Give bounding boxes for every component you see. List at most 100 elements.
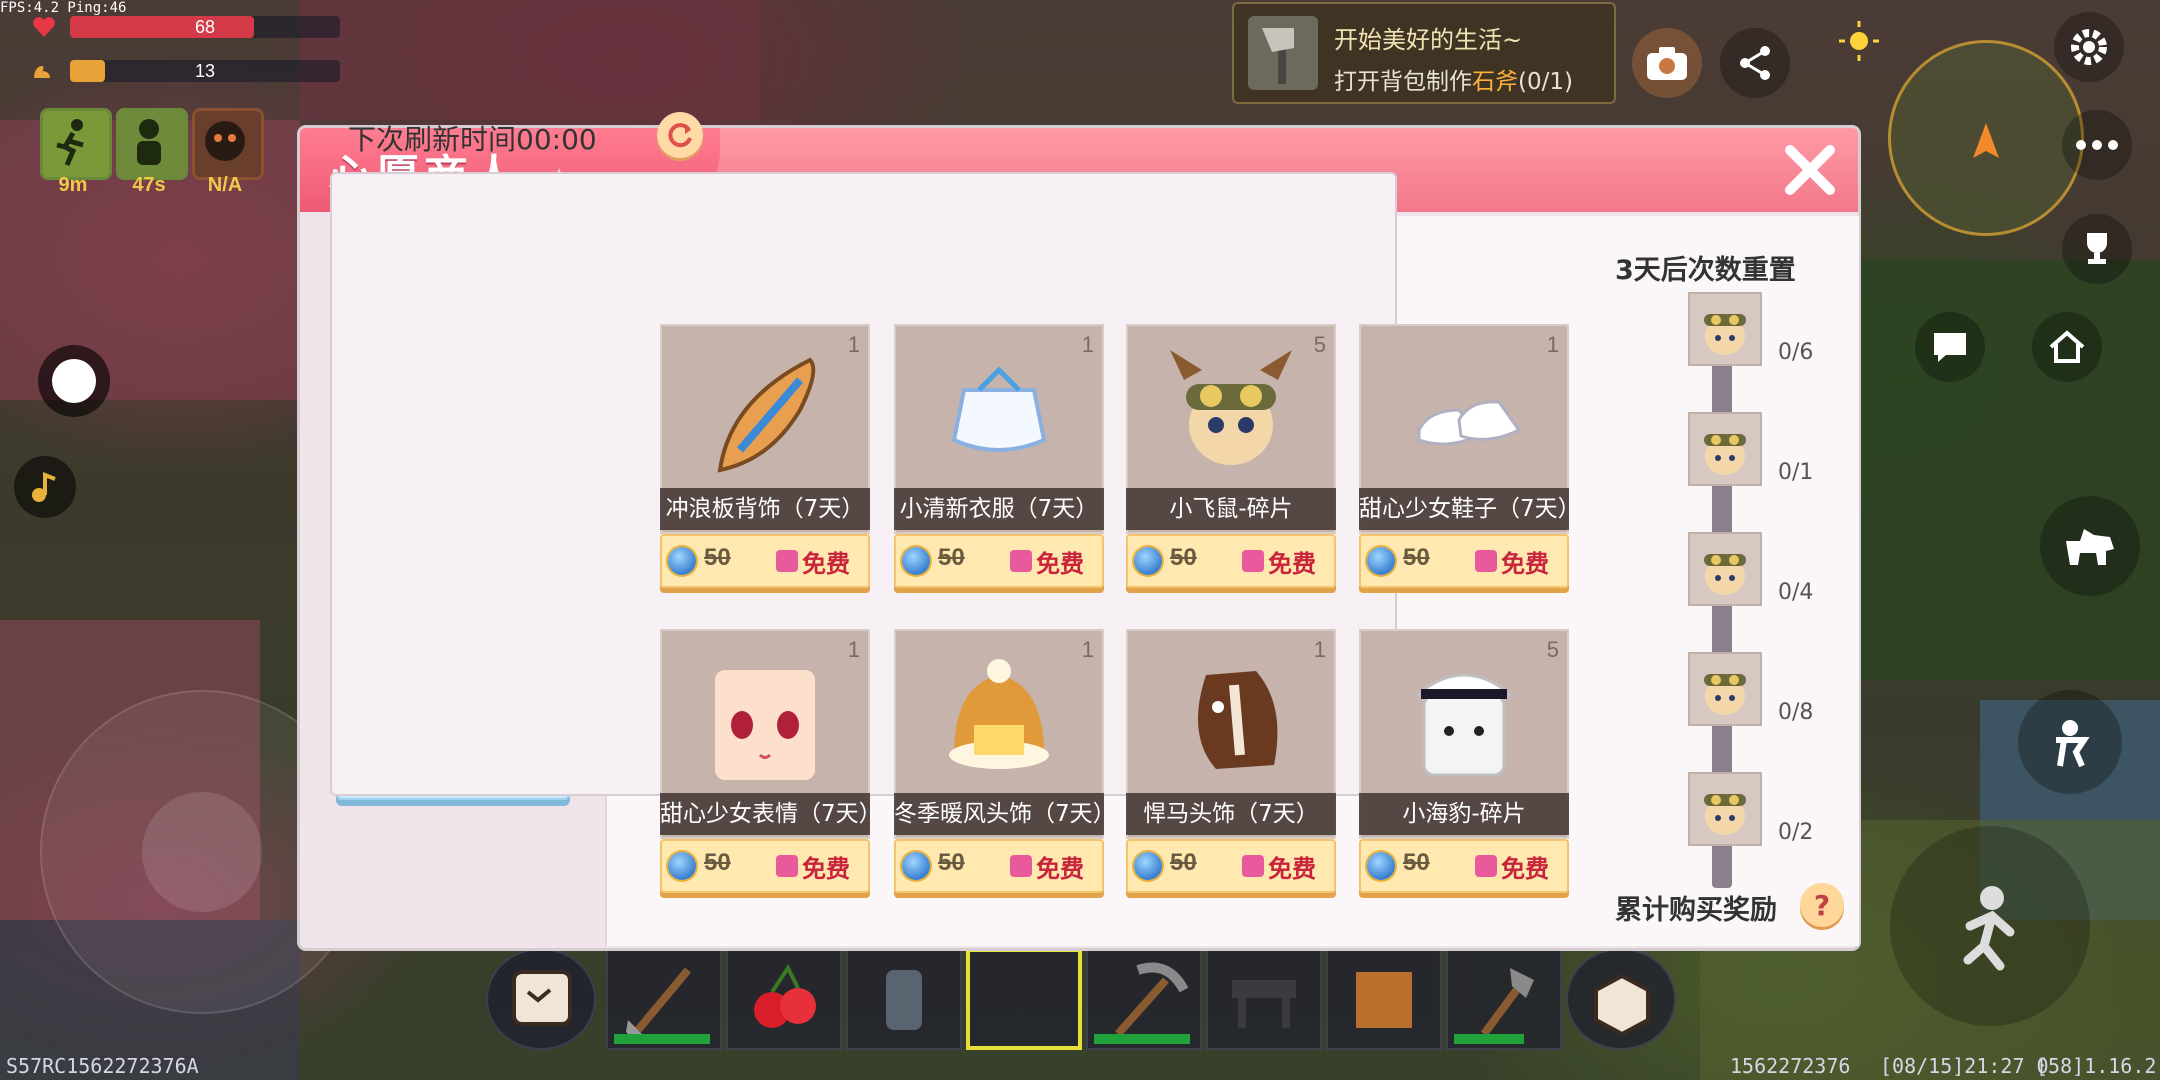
- buy-button[interactable]: 50 免费: [660, 534, 870, 588]
- flying-squirrel-reward-icon: [1704, 434, 1746, 475]
- reward-milestone[interactable]: [1688, 292, 1762, 366]
- buy-button[interactable]: 50 免费: [660, 839, 870, 893]
- buff-person-icon[interactable]: [116, 108, 188, 180]
- shop-item-card[interactable]: 1 冲浪板背饰（7天） 50 免费: [660, 324, 870, 594]
- shop-item-card[interactable]: 5 小海豹-碎片 50 免费: [1359, 629, 1569, 899]
- durability-bar: [614, 1034, 710, 1044]
- sun-icon: [1839, 21, 1879, 61]
- stone-axe-icon: [1248, 16, 1318, 90]
- mini-coin-icon: [1134, 852, 1162, 880]
- white-dot-icon: [52, 359, 96, 403]
- jump-toggle-button[interactable]: [38, 345, 110, 417]
- shop-item-card[interactable]: 1 冬季暖风头饰（7天） 50 免费: [894, 629, 1104, 899]
- reward-milestone[interactable]: [1688, 652, 1762, 726]
- flying-squirrel-reward-icon: [1704, 794, 1746, 835]
- buy-button[interactable]: 50 免费: [1126, 839, 1336, 893]
- screenshot-button[interactable]: [1632, 28, 1702, 98]
- joystick-knob[interactable]: [142, 792, 262, 912]
- reward-progress-count: 0/4: [1778, 580, 1814, 605]
- shop-item-card[interactable]: 1 甜心少女鞋子（7天） 50 免费: [1359, 324, 1569, 594]
- wood-block-icon: [1356, 972, 1412, 1028]
- quest-description: 打开背包制作石斧(0/1): [1334, 62, 1573, 96]
- item-quantity: 5: [1313, 332, 1326, 357]
- close-button[interactable]: [1776, 136, 1844, 204]
- reward-milestone[interactable]: [1688, 532, 1762, 606]
- dog-icon: [2066, 529, 2114, 565]
- original-price: 50: [704, 849, 731, 876]
- chat-button[interactable]: [1915, 312, 1985, 382]
- settings-button[interactable]: [2054, 12, 2124, 82]
- music-button[interactable]: [14, 456, 76, 518]
- camera-icon: [1647, 47, 1687, 80]
- hotbar-slot-8[interactable]: [1446, 948, 1562, 1050]
- shop-item-card[interactable]: 1 小清新衣服（7天） 50 免费: [894, 324, 1104, 594]
- buy-button[interactable]: 50 免费: [1359, 534, 1569, 588]
- more-dots-icon: [2076, 140, 2118, 150]
- pet-button[interactable]: [2040, 496, 2140, 596]
- quest-panel[interactable]: 开始美好的生活~ 打开背包制作石斧(0/1): [1232, 2, 1616, 104]
- item-quantity: 1: [847, 332, 860, 357]
- heart-icon: [33, 17, 55, 37]
- hotbar-slot-6[interactable]: [1206, 948, 1322, 1050]
- hotbar-slot-3[interactable]: [846, 948, 962, 1050]
- original-price: 50: [938, 544, 965, 571]
- fps-ping-readout: FPS:4.2 Ping:46: [0, 0, 127, 16]
- minimap[interactable]: [1888, 40, 2084, 236]
- shop-item-card[interactable]: 1 悍马头饰（7天） 50 免费: [1126, 629, 1336, 899]
- more-button[interactable]: [2062, 110, 2132, 180]
- close-icon: [1785, 145, 1835, 195]
- seal-icon: [1389, 645, 1539, 799]
- buff-running-icon[interactable]: [40, 108, 112, 180]
- buff-mask-icon[interactable]: [192, 108, 264, 180]
- surfboard-icon: [690, 340, 840, 494]
- hunger-bar: 13: [70, 60, 340, 82]
- free-label: 免费: [1268, 550, 1316, 578]
- player-code: S57RC1562272376A: [6, 1054, 199, 1078]
- hotbar-slot-4-selected[interactable]: [966, 948, 1082, 1050]
- buy-button[interactable]: 50 免费: [1359, 839, 1569, 893]
- emote-button[interactable]: [2018, 690, 2122, 794]
- refresh-button[interactable]: [657, 112, 703, 158]
- hotbar-slot-7[interactable]: [1326, 948, 1442, 1050]
- share-button[interactable]: [1720, 28, 1790, 98]
- item-name: 小飞鼠-碎片: [1126, 488, 1336, 530]
- face-icon: [690, 645, 840, 799]
- shop-item-card[interactable]: 1 甜心少女表情（7天） 50 免费: [660, 629, 870, 899]
- original-price: 50: [1403, 849, 1430, 876]
- hotbar-slot-1[interactable]: [606, 948, 722, 1050]
- refresh-icon: [668, 123, 692, 148]
- winter-hat-icon: [924, 645, 1074, 799]
- buy-button[interactable]: 50 免费: [1126, 534, 1336, 588]
- jump-button[interactable]: [1890, 826, 2090, 1026]
- gear-icon: [2071, 29, 2107, 65]
- quest-desc-highlight: 石斧: [1472, 69, 1518, 95]
- help-button[interactable]: ?: [1800, 883, 1844, 927]
- reward-milestone[interactable]: [1688, 772, 1762, 846]
- home-button[interactable]: [2032, 312, 2102, 382]
- buy-button[interactable]: 50 免费: [894, 534, 1104, 588]
- hotbar-slot-5[interactable]: [1086, 948, 1202, 1050]
- mini-coin-icon: [668, 547, 696, 575]
- hotbar-backpack-button[interactable]: [486, 948, 596, 1050]
- weather-sun-button[interactable]: [1824, 6, 1894, 76]
- reset-countdown-label: 3天后次数重置: [1615, 255, 1796, 286]
- cherry-icon: [754, 964, 816, 1028]
- buy-button[interactable]: 50 免费: [894, 839, 1104, 893]
- player-uid: 1562272376: [1730, 1054, 1851, 1078]
- item-name: 悍马头饰（7天）: [1126, 793, 1336, 835]
- hotbar-craft-button[interactable]: [1566, 948, 1676, 1050]
- original-price: 50: [938, 849, 965, 876]
- ticket-icon: [1010, 550, 1032, 572]
- reward-milestone[interactable]: [1688, 412, 1762, 486]
- hotbar-slot-2[interactable]: [726, 948, 842, 1050]
- shop-item-card[interactable]: 5 小飞鼠-碎片 50 免费: [1126, 324, 1336, 594]
- server-time: [08/15]21:27 0: [1880, 1054, 2049, 1078]
- item-quantity: 5: [1546, 637, 1559, 662]
- health-bar: 68: [70, 16, 340, 38]
- crafting-box-icon: [1594, 973, 1650, 1037]
- achievement-button[interactable]: [2062, 214, 2132, 284]
- free-label: 免费: [1501, 855, 1549, 883]
- ticket-icon: [776, 550, 798, 572]
- clothes-icon: [924, 340, 1074, 494]
- music-note-icon: [32, 472, 56, 502]
